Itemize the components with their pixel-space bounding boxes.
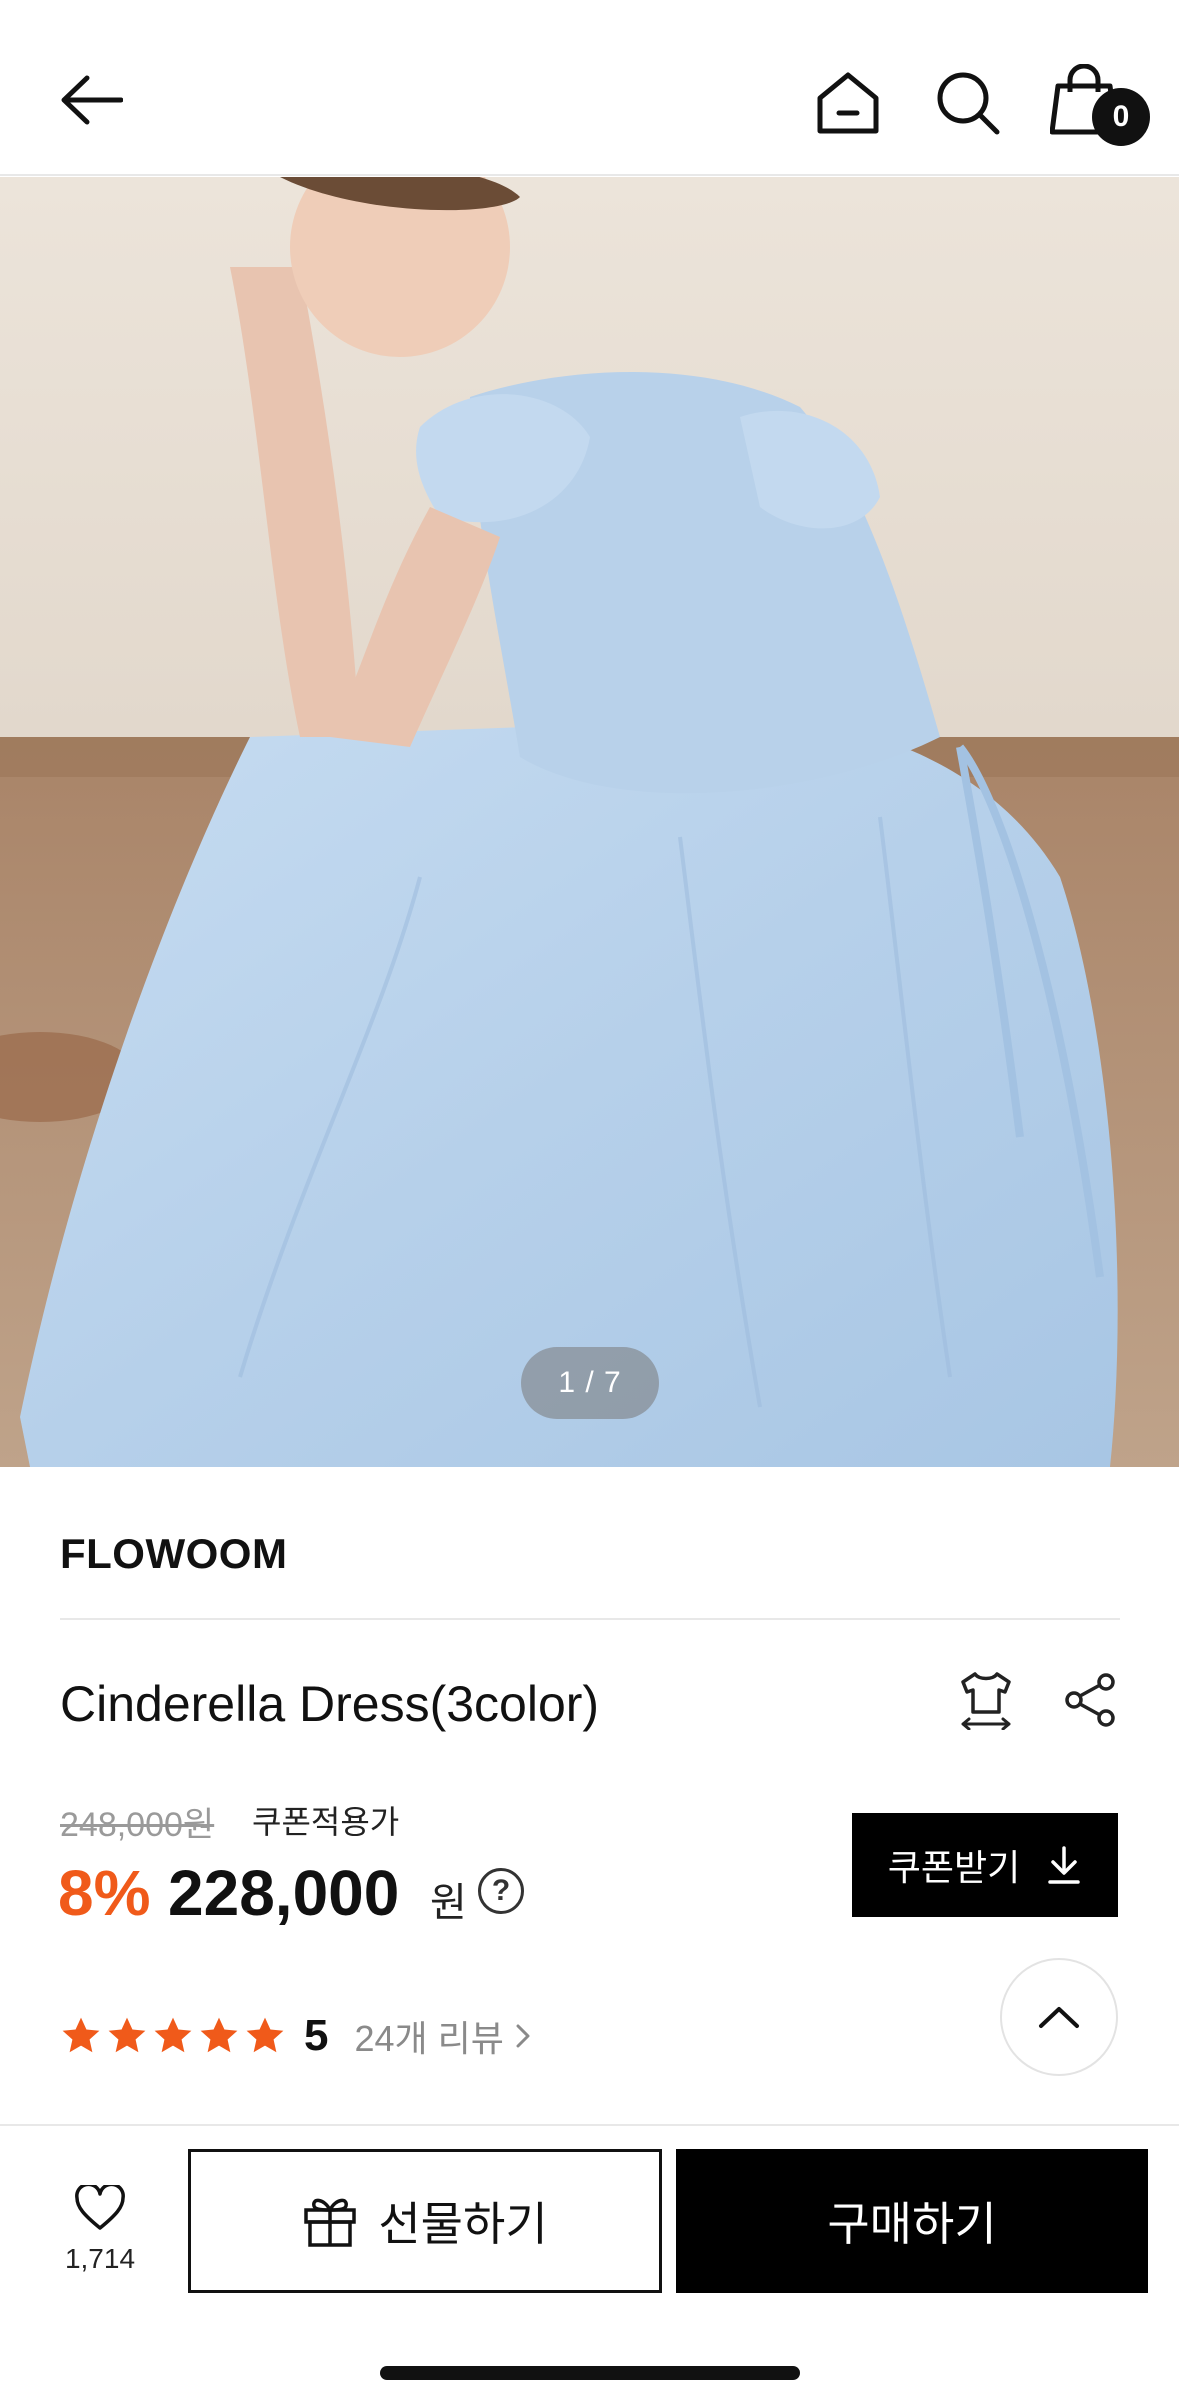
scroll-to-top-button[interactable] <box>1000 1958 1118 2076</box>
get-coupon-label: 쿠폰받기 <box>887 1847 1021 1888</box>
gift-icon <box>304 2198 357 2247</box>
review-link[interactable]: 24개 리뷰 <box>354 2010 530 2062</box>
back-button[interactable] <box>46 55 136 145</box>
download-icon <box>1048 1846 1080 1884</box>
chevron-up-icon <box>1039 2007 1079 2028</box>
image-pager: 1 / 7 <box>521 1347 659 1419</box>
brand-name[interactable]: FLOWOOM <box>60 1530 287 1578</box>
price-help-icon[interactable]: ? <box>478 1868 524 1914</box>
cart-count-badge: 0 <box>1092 88 1150 146</box>
rating-score: 5 <box>304 2011 329 2060</box>
gift-button[interactable]: 선물하기 <box>188 2149 662 2293</box>
rating-row: 5 24개 리뷰 <box>60 2010 530 2062</box>
star-rating <box>60 2015 286 2057</box>
star-icon <box>154 2017 192 2053</box>
like-count: 1,714 <box>64 2243 136 2274</box>
star-icon <box>200 2017 238 2053</box>
product-photo <box>0 177 1179 1467</box>
get-coupon-button[interactable]: 쿠폰받기 <box>852 1813 1118 1917</box>
sale-price: 228,000 <box>168 1857 400 1929</box>
original-price: 248,000원 <box>60 1806 215 1844</box>
home-indicator <box>380 2366 800 2380</box>
search-icon <box>937 72 1000 135</box>
divider <box>60 1618 1120 1620</box>
heart-icon <box>75 2185 125 2230</box>
search-button[interactable] <box>920 58 1016 148</box>
chevron-right-icon <box>516 2024 530 2048</box>
coupon-price-label: 쿠폰적용가 <box>252 1804 400 1840</box>
currency-label: 원 <box>430 1881 467 1925</box>
star-icon <box>108 2017 146 2053</box>
like-button[interactable]: 1,714 <box>40 2170 160 2290</box>
buy-label: 구매하기 <box>827 2198 997 2250</box>
share-button[interactable] <box>1054 1664 1126 1736</box>
buy-button[interactable]: 구매하기 <box>676 2149 1148 2293</box>
product-title: Cinderella Dress(3color) <box>60 1676 600 1732</box>
product-image-carousel[interactable]: 1 / 7 <box>0 177 1179 1467</box>
star-icon <box>62 2017 100 2053</box>
share-icon <box>1065 1673 1115 1727</box>
home-button[interactable] <box>800 58 896 148</box>
arrow-left-icon <box>61 75 123 125</box>
discount-rate: 8% <box>58 1857 151 1929</box>
star-icon <box>246 2017 284 2053</box>
home-icon <box>817 72 879 134</box>
gift-label: 선물하기 <box>378 2198 548 2250</box>
tshirt-size-icon <box>961 1672 1011 1730</box>
review-count: 24개 리뷰 <box>354 2018 504 2059</box>
top-header: 0 <box>0 0 1179 176</box>
size-guide-button[interactable] <box>950 1664 1022 1736</box>
